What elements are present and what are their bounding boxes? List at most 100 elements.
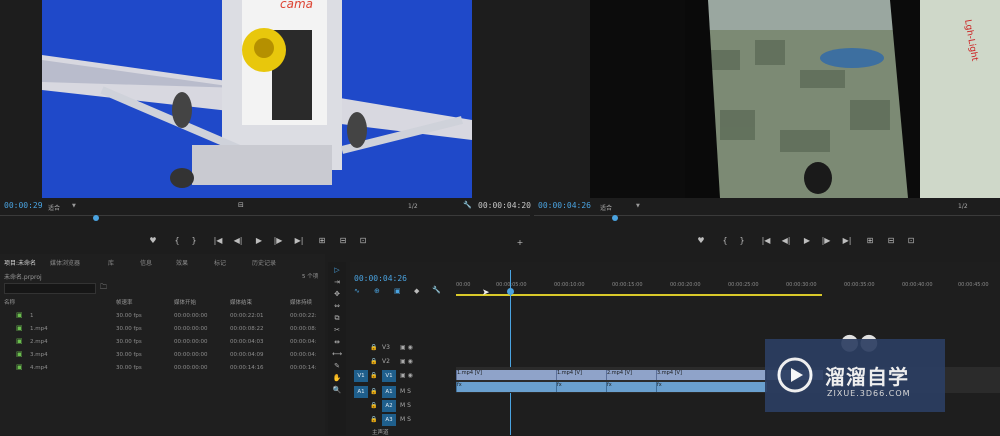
- source-scrub-bar[interactable]: [0, 215, 530, 216]
- hand-icon[interactable]: ✋: [332, 374, 342, 383]
- project-column-header[interactable]: 媒体持续: [290, 298, 312, 306]
- mark-out-icon[interactable]: }: [736, 236, 748, 245]
- chevron-down-icon[interactable]: ▼: [72, 203, 76, 209]
- project-tab[interactable]: 历史记录: [252, 258, 276, 267]
- table-row[interactable]: ▣ 3.mp4 30.00 fps 00:00:00:00 00:00:04:09 00:…: [0, 349, 325, 361]
- add-marker-icon[interactable]: ▣: [394, 287, 401, 295]
- mark-out-icon[interactable]: }: [188, 236, 200, 245]
- audio-clip[interactable]: fx: [456, 382, 557, 392]
- mute-solo-icon[interactable]: M S: [400, 388, 411, 395]
- video-clip[interactable]: 1.mp4 [V]: [556, 370, 607, 380]
- lock-icon[interactable]: 🔒: [370, 402, 377, 409]
- lock-icon[interactable]: 🔒: [370, 372, 377, 379]
- mute-solo-icon[interactable]: M S: [400, 402, 411, 409]
- go-to-out-icon[interactable]: ▶|: [293, 236, 305, 245]
- wrench-icon[interactable]: 🔧: [463, 201, 472, 209]
- chevron-down-icon[interactable]: ▼: [636, 203, 640, 209]
- go-to-out-icon[interactable]: ▶|: [841, 236, 853, 245]
- project-tab[interactable]: 项目:未命名: [4, 258, 36, 267]
- overwrite-icon[interactable]: ⊟: [885, 236, 897, 245]
- marker-icon[interactable]: ♥: [695, 236, 707, 245]
- step-back-icon[interactable]: ◀|: [780, 236, 792, 245]
- insert-icon[interactable]: ⊞: [864, 236, 876, 245]
- table-row[interactable]: ▣ 4.mp4 30.00 fps 00:00:00:00 00:00:14:16 00:…: [0, 362, 325, 374]
- step-forward-icon[interactable]: |▶: [820, 236, 832, 245]
- source-fit-select[interactable]: 适合: [48, 203, 60, 212]
- track-target-v2[interactable]: V2: [382, 358, 390, 365]
- program-playhead-timecode[interactable]: 00:00:04:26: [538, 201, 591, 210]
- add-button-icon[interactable]: +: [514, 238, 526, 247]
- source-patch-v1[interactable]: V1: [354, 370, 368, 382]
- go-to-in-icon[interactable]: |◀: [760, 236, 772, 245]
- new-bin-icon[interactable]: 🗀: [100, 283, 107, 294]
- audio-clip[interactable]: fx: [606, 382, 657, 392]
- source-quality-select[interactable]: 1/2: [408, 203, 418, 210]
- marker-icon[interactable]: ♥: [147, 236, 159, 245]
- audio-clip[interactable]: fx: [556, 382, 607, 392]
- source-patch-a1[interactable]: A1: [354, 386, 368, 398]
- export-frame-icon[interactable]: ⊡: [905, 236, 917, 245]
- track-target-a3[interactable]: A3: [382, 414, 396, 426]
- slip-icon[interactable]: ⇹: [332, 338, 342, 347]
- program-playhead[interactable]: [612, 215, 618, 221]
- zoom-icon[interactable]: 🔍: [332, 386, 342, 395]
- table-row[interactable]: ▣ 2.mp4 30.00 fps 00:00:00:00 00:00:04:03 00:…: [0, 336, 325, 348]
- video-clip[interactable]: 1.mp4 [V]: [456, 370, 557, 380]
- project-column-header[interactable]: 媒体开始: [174, 298, 196, 306]
- step-back-icon[interactable]: ◀|: [232, 236, 244, 245]
- lock-icon[interactable]: 🔒: [370, 388, 377, 395]
- eye-icon[interactable]: ▣ ◉: [400, 344, 413, 351]
- ripple-edit-icon[interactable]: ✥: [332, 290, 342, 299]
- track-target-v3[interactable]: V3: [382, 344, 390, 351]
- timeline-timecode[interactable]: 00:00:04:26: [354, 274, 407, 283]
- source-playhead[interactable]: [93, 215, 99, 221]
- marker-icon[interactable]: ◆: [414, 287, 419, 295]
- project-tab[interactable]: 信息: [140, 258, 152, 267]
- slide-icon[interactable]: ⟷: [332, 350, 342, 359]
- audio-clip[interactable]: fx: [656, 382, 767, 392]
- project-column-header[interactable]: 帧速率: [116, 298, 133, 306]
- mark-in-icon[interactable]: {: [719, 236, 731, 245]
- lock-icon[interactable]: 🔒: [370, 416, 377, 423]
- wrench-icon[interactable]: 🔧: [432, 286, 441, 294]
- project-tab[interactable]: 标记: [214, 258, 226, 267]
- program-scrub-bar[interactable]: [534, 215, 1000, 216]
- track-target-a2[interactable]: A2: [382, 400, 396, 412]
- mute-solo-icon[interactable]: M S: [400, 416, 411, 423]
- table-row[interactable]: ▣ 1.mp4 30.00 fps 00:00:00:00 00:00:08:22 00:…: [0, 323, 325, 335]
- overwrite-icon[interactable]: ⊟: [337, 236, 349, 245]
- linked-selection-icon[interactable]: ⊕: [374, 287, 380, 295]
- track-select-icon[interactable]: ⇥: [332, 278, 342, 287]
- go-to-in-icon[interactable]: |◀: [212, 236, 224, 245]
- lock-icon[interactable]: 🔒: [370, 344, 377, 351]
- track-target-v1[interactable]: V1: [382, 370, 396, 382]
- razor-icon[interactable]: ✂: [332, 326, 342, 335]
- step-forward-icon[interactable]: |▶: [272, 236, 284, 245]
- project-column-header[interactable]: 媒体结束: [230, 298, 252, 306]
- selection-tool-icon[interactable]: ▷: [332, 266, 342, 275]
- project-tab[interactable]: 库: [108, 258, 114, 267]
- timeline-playhead[interactable]: [507, 288, 514, 295]
- play-icon[interactable]: ▶: [801, 236, 813, 245]
- program-quality-select[interactable]: 1/2: [958, 203, 968, 210]
- video-clip[interactable]: 3.mp4 [V]: [656, 370, 767, 380]
- video-clip[interactable]: 2.mp4 [V]: [606, 370, 657, 380]
- mark-in-icon[interactable]: {: [171, 236, 183, 245]
- insert-icon[interactable]: ⊞: [316, 236, 328, 245]
- rate-stretch-icon[interactable]: ⧉: [332, 314, 342, 323]
- table-row[interactable]: ▣ 1 30.00 fps 00:00:00:00 00:00:22:01 00:00:2…: [0, 310, 325, 322]
- snap-icon[interactable]: ∿: [354, 287, 360, 295]
- pen-icon[interactable]: ✎: [332, 362, 342, 371]
- project-search-input[interactable]: [4, 283, 96, 294]
- project-column-header[interactable]: 名称: [4, 298, 15, 306]
- source-video-frame[interactable]: cama: [42, 0, 472, 198]
- program-fit-select[interactable]: 适合: [600, 203, 612, 212]
- play-icon[interactable]: ▶: [253, 236, 265, 245]
- eye-icon[interactable]: ▣ ◉: [400, 372, 413, 379]
- lock-icon[interactable]: 🔒: [370, 358, 377, 365]
- program-video-frame[interactable]: Lgh-Light: [590, 0, 1000, 198]
- project-tab[interactable]: 效果: [176, 258, 188, 267]
- export-frame-icon[interactable]: ⊡: [357, 236, 369, 245]
- eye-icon[interactable]: ▣ ◉: [400, 358, 413, 365]
- track-target-a1[interactable]: A1: [382, 386, 396, 398]
